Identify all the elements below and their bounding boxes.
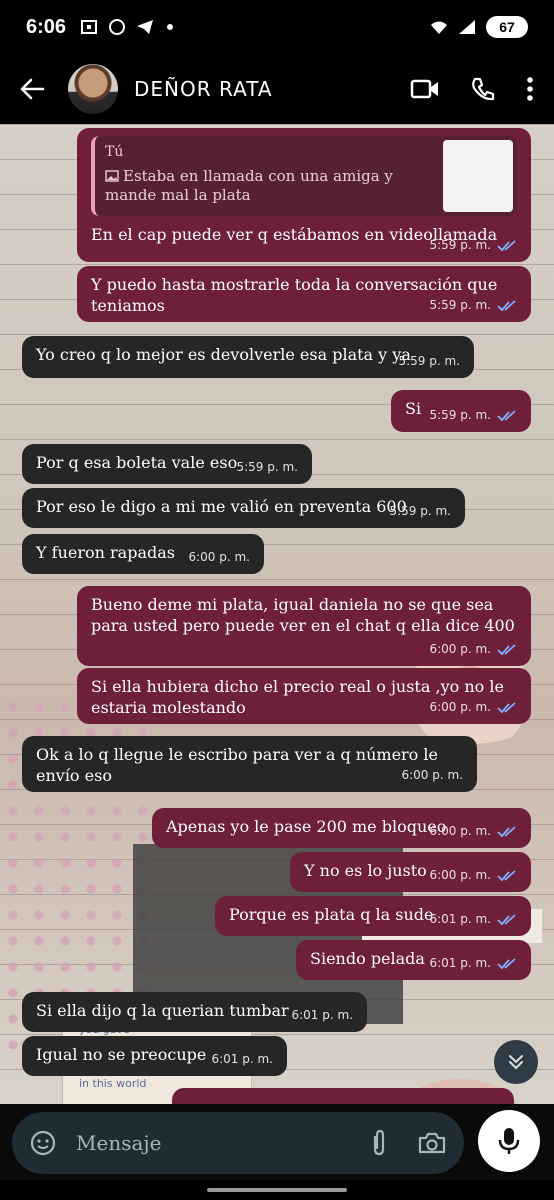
message-bubble-incoming[interactable]: Por eso le digo a mi me valió en prevent… bbox=[22, 488, 465, 528]
chat-area[interactable]: "Wherever life plants" you gave me all t… bbox=[0, 124, 554, 1104]
camera-icon[interactable] bbox=[418, 1131, 446, 1155]
attach-icon[interactable] bbox=[370, 1129, 388, 1157]
message-text: Siendo pelada bbox=[310, 949, 425, 968]
read-ticks-icon bbox=[497, 825, 516, 837]
telegram-icon bbox=[137, 20, 154, 34]
read-ticks-icon bbox=[497, 913, 516, 925]
scroll-to-bottom-button[interactable] bbox=[494, 1040, 538, 1084]
message-text: Y no es lo justo bbox=[304, 861, 427, 880]
message-text: Y fueron rapadas bbox=[36, 543, 175, 562]
system-nav-bar bbox=[0, 1180, 554, 1200]
microphone-icon bbox=[498, 1128, 520, 1154]
message-text: Por eso le digo a mi me valió en prevent… bbox=[36, 497, 407, 516]
message-text: Igual no se preocupe bbox=[36, 1045, 207, 1064]
message-bubble-outgoing[interactable]: Porque es plata q la sude 6:01 p. m. bbox=[215, 896, 531, 936]
voice-message-button[interactable] bbox=[478, 1110, 540, 1172]
composer-bar: Mensaje bbox=[0, 1104, 554, 1180]
message-bubble-outgoing[interactable]: Bueno deme mi plata, igual daniela no se… bbox=[77, 586, 531, 666]
message-time: 5:59 p. m. bbox=[429, 238, 491, 252]
message-text: Bueno deme mi plata, igual daniela no se… bbox=[91, 595, 515, 635]
message-bubble-incoming[interactable]: Igual no se preocupe 6:01 p. m. bbox=[22, 1036, 287, 1076]
chat-header: DEÑOR RATA bbox=[0, 54, 554, 124]
message-time: 5:59 p. m. bbox=[429, 298, 491, 312]
message-time: 6:01 p. m. bbox=[211, 1052, 273, 1066]
message-time: 6:00 p. m. bbox=[429, 868, 491, 882]
message-time: 6:00 p. m. bbox=[429, 642, 491, 656]
read-ticks-icon bbox=[497, 239, 516, 251]
message-text: Yo creo q lo mejor es devolverle esa pla… bbox=[36, 345, 411, 364]
avatar[interactable] bbox=[68, 64, 118, 114]
message-time: 6:01 p. m. bbox=[291, 1008, 353, 1022]
read-ticks-icon bbox=[497, 643, 516, 655]
phone-icon bbox=[472, 77, 495, 101]
more-options-button[interactable] bbox=[526, 76, 534, 102]
read-ticks-icon bbox=[497, 869, 516, 881]
image-icon bbox=[105, 170, 119, 182]
message-time: 5:59 p. m. bbox=[429, 408, 491, 422]
message-text: Ok a lo q llegue le escribo para ver a q… bbox=[36, 745, 438, 785]
message-time: 5:59 p. m. bbox=[389, 504, 451, 518]
screenshot-icon bbox=[81, 20, 98, 34]
double-chevron-down-icon bbox=[509, 1055, 523, 1070]
message-time: 6:00 p. m. bbox=[429, 700, 491, 714]
arrow-left-icon bbox=[20, 78, 45, 100]
message-bubble-outgoing[interactable]: Y puedo hasta mostrarle toda la conversa… bbox=[77, 266, 531, 322]
read-ticks-icon bbox=[497, 701, 516, 713]
whatsapp-icon bbox=[109, 19, 126, 35]
message-bubble-incoming[interactable]: Ok a lo q llegue le escribo para ver a q… bbox=[22, 736, 477, 792]
message-bubble-outgoing[interactable]: Apenas yo le pase 200 me bloqueo 6:00 p.… bbox=[152, 808, 531, 848]
message-placeholder: Mensaje bbox=[76, 1131, 162, 1155]
message-text: Si bbox=[405, 399, 422, 418]
message-time: 5:59 p. m. bbox=[236, 460, 298, 474]
voice-call-button[interactable] bbox=[470, 76, 496, 102]
message-bubble-incoming[interactable]: Si ella dijo q la querian tumbar 6:01 p.… bbox=[22, 992, 367, 1032]
status-time: 6:06 bbox=[26, 15, 67, 38]
message-input[interactable]: Mensaje bbox=[12, 1112, 464, 1174]
message-text: Por q esa boleta vale eso bbox=[36, 453, 238, 472]
video-call-button[interactable] bbox=[410, 78, 440, 100]
message-time: 6:01 p. m. bbox=[429, 912, 491, 926]
back-button[interactable] bbox=[14, 71, 50, 107]
read-ticks-icon bbox=[497, 957, 516, 969]
quoted-thumbnail bbox=[443, 140, 513, 212]
message-bubble-incoming[interactable]: Yo creo q lo mejor es devolverle esa pla… bbox=[22, 336, 474, 378]
message-bubble-outgoing[interactable]: Si ella hubiera dicho el precio real o j… bbox=[77, 668, 531, 724]
message-time: 6:00 p. m. bbox=[401, 768, 463, 782]
message-text: Porque es plata q la sude bbox=[229, 905, 434, 924]
emoji-icon[interactable] bbox=[30, 1130, 56, 1156]
read-ticks-icon bbox=[497, 409, 516, 421]
message-time: 6:00 p. m. bbox=[188, 550, 250, 564]
message-bubble-outgoing[interactable]: Si 5:59 p. m. bbox=[391, 390, 531, 432]
quoted-text: Estaba en llamada con una amiga y mande … bbox=[105, 167, 393, 204]
wifi-icon bbox=[431, 21, 447, 34]
message-bubble-outgoing[interactable]: Tú Estaba en llamada con una amiga y man… bbox=[77, 128, 531, 262]
message-text: Si ella dijo q la querian tumbar bbox=[36, 1001, 289, 1020]
message-time: 5:59 p. m. bbox=[398, 354, 460, 368]
message-bubble-outgoing[interactable] bbox=[172, 1088, 514, 1104]
video-camera-icon bbox=[410, 79, 438, 99]
kebab-menu-icon bbox=[527, 77, 533, 101]
battery-level: 67 bbox=[486, 16, 528, 38]
contact-name[interactable]: DEÑOR RATA bbox=[134, 77, 273, 101]
status-bar: 6:06 67 bbox=[0, 0, 554, 54]
message-time: 6:00 p. m. bbox=[429, 824, 491, 838]
message-bubble-outgoing[interactable]: Siendo pelada 6:01 p. m. bbox=[296, 940, 531, 980]
message-text: Apenas yo le pase 200 me bloqueo bbox=[166, 817, 447, 836]
message-bubble-incoming[interactable]: Y fueron rapadas 6:00 p. m. bbox=[22, 534, 264, 574]
message-bubble-outgoing[interactable]: Y no es lo justo 6:00 p. m. bbox=[290, 852, 531, 892]
read-ticks-icon bbox=[497, 299, 516, 311]
signal-icon bbox=[459, 20, 475, 34]
quoted-message[interactable]: Tú Estaba en llamada con una amiga y man… bbox=[91, 136, 517, 216]
message-time: 6:01 p. m. bbox=[429, 956, 491, 970]
home-handle[interactable] bbox=[207, 1188, 347, 1192]
more-notifications-dot-icon bbox=[167, 24, 174, 30]
message-bubble-incoming[interactable]: Por q esa boleta vale eso 5:59 p. m. bbox=[22, 444, 312, 484]
